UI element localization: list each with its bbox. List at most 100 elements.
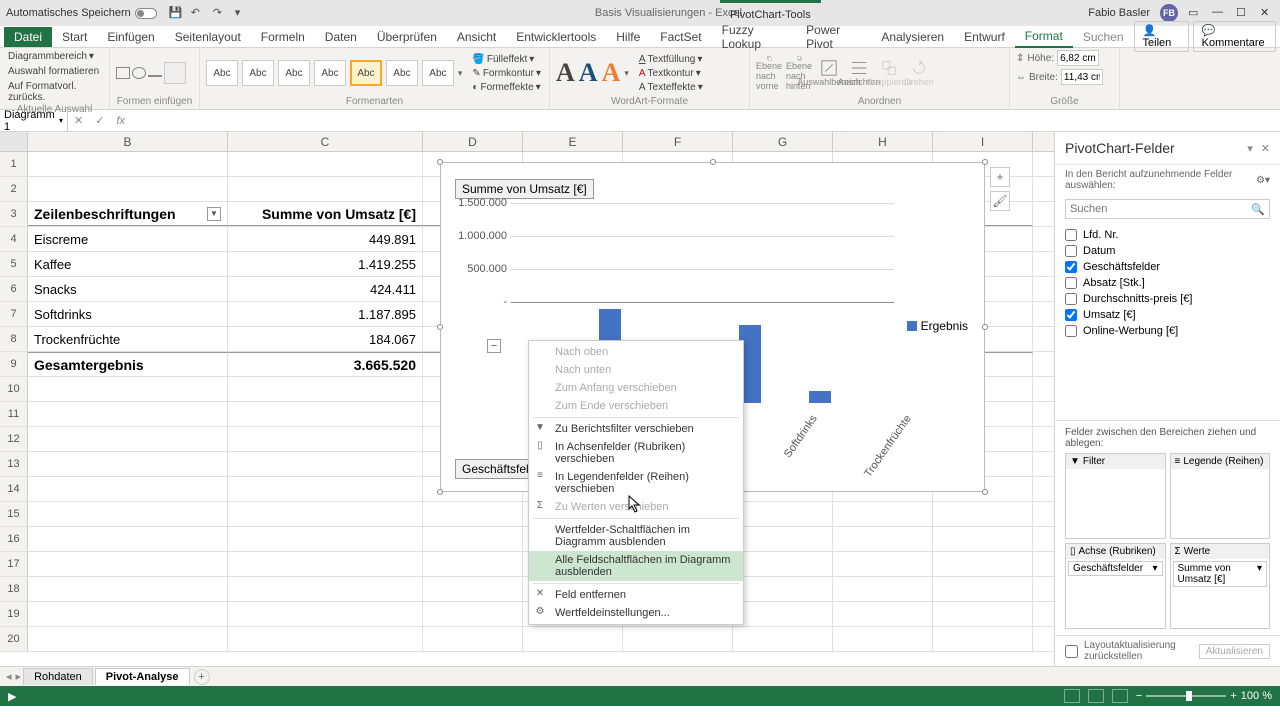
chart-bar[interactable] <box>809 391 831 403</box>
pivot-field-item[interactable]: Online-Werbung [€] <box>1065 323 1270 339</box>
row-header[interactable]: 11 <box>0 402 28 426</box>
cell[interactable] <box>228 152 423 176</box>
cell[interactable] <box>228 477 423 501</box>
wordart-style-1[interactable]: A <box>556 58 575 88</box>
cell[interactable] <box>933 502 1033 526</box>
comments-button[interactable]: 💬 Kommentare <box>1193 21 1276 52</box>
panel-gear-icon[interactable]: ⚙▾ <box>1256 175 1270 186</box>
cell[interactable] <box>933 527 1033 551</box>
pivot-row-label[interactable]: Softdrinks <box>28 302 228 326</box>
cell[interactable] <box>733 527 833 551</box>
pivot-field-item[interactable]: Lfd. Nr. <box>1065 227 1270 243</box>
field-checkbox[interactable] <box>1065 277 1077 289</box>
cell[interactable] <box>423 627 523 651</box>
row-header[interactable]: 3 <box>0 202 28 226</box>
field-checkbox[interactable] <box>1065 293 1077 305</box>
cell[interactable] <box>28 402 228 426</box>
cell[interactable] <box>228 527 423 551</box>
pivot-row-value[interactable]: 424.411 <box>228 277 423 301</box>
tab-einfuegen[interactable]: Einfügen <box>97 27 164 47</box>
row-header[interactable]: 1 <box>0 152 28 176</box>
field-checkbox[interactable] <box>1065 261 1077 273</box>
cell[interactable] <box>423 502 523 526</box>
share-button[interactable]: 👤 Teilen <box>1134 21 1189 52</box>
cell[interactable] <box>423 527 523 551</box>
row-header[interactable]: 18 <box>0 577 28 601</box>
tab-seitenlayout[interactable]: Seitenlayout <box>165 27 251 47</box>
tab-hilfe[interactable]: Hilfe <box>606 27 650 47</box>
shape-style-3[interactable]: Abc <box>278 60 310 86</box>
record-macro-icon[interactable]: ▶ <box>8 690 16 703</box>
sheet-nav-last-icon[interactable]: ▸ <box>16 670 22 683</box>
reset-style-button[interactable]: Auf Formatvorl. zurücks. <box>6 80 103 104</box>
cell[interactable] <box>28 527 228 551</box>
resize-handle-icon[interactable] <box>982 324 988 330</box>
cell[interactable] <box>523 627 623 651</box>
cell[interactable] <box>28 177 228 201</box>
context-menu-item[interactable]: ▯In Achsenfelder (Rubriken) verschieben <box>529 438 743 468</box>
context-menu-item[interactable]: Wertfelder-Schaltflächen im Diagramm aus… <box>529 521 743 551</box>
field-search-input[interactable] <box>1070 203 1251 215</box>
context-menu-item[interactable]: ▼Zu Berichtsfilter verschieben <box>529 420 743 438</box>
cell[interactable] <box>228 577 423 601</box>
zoom-in-icon[interactable]: + <box>1230 690 1236 702</box>
col-header-e[interactable]: E <box>523 132 623 151</box>
cell[interactable] <box>228 627 423 651</box>
format-selection-button[interactable]: Auswahl formatieren <box>6 65 101 78</box>
chart-element-dropdown[interactable]: Diagrammbereich ▾ <box>6 50 96 63</box>
normal-view-icon[interactable] <box>1064 689 1080 703</box>
pivot-row-value[interactable]: 1.419.255 <box>228 252 423 276</box>
pivot-field-item[interactable]: Geschäftsfelder <box>1065 259 1270 275</box>
sheet-tab-pivot-analyse[interactable]: Pivot-Analyse <box>95 668 190 685</box>
maximize-icon[interactable]: ☐ <box>1236 6 1250 20</box>
cell[interactable] <box>733 552 833 576</box>
tab-suchen[interactable]: Suchen <box>1073 27 1134 47</box>
row-header[interactable]: 5 <box>0 252 28 276</box>
panel-close-icon[interactable]: ✕ <box>1261 142 1270 155</box>
pivot-field-item[interactable]: Datum <box>1065 243 1270 259</box>
col-header-h[interactable]: H <box>833 132 933 151</box>
field-checkbox[interactable] <box>1065 229 1077 241</box>
row-header[interactable]: 16 <box>0 527 28 551</box>
fx-icon[interactable]: fx <box>110 115 131 127</box>
tab-factset[interactable]: FactSet <box>650 27 711 47</box>
cell[interactable] <box>933 552 1033 576</box>
cell[interactable] <box>28 502 228 526</box>
undo-icon[interactable]: ↶ <box>191 6 205 20</box>
minimize-icon[interactable]: — <box>1212 6 1226 20</box>
field-search[interactable]: 🔍 <box>1065 199 1270 219</box>
row-header[interactable]: 10 <box>0 377 28 401</box>
row-header[interactable]: 6 <box>0 277 28 301</box>
user-avatar[interactable]: FB <box>1160 4 1178 22</box>
context-menu-item[interactable]: ≡In Legendenfelder (Reihen) verschieben <box>529 468 743 498</box>
chart-legend[interactable]: Ergebnis <box>907 319 968 333</box>
worksheet-grid[interactable]: B C D E F G H I 123Zeilenbeschriftungen▼… <box>0 132 1054 666</box>
close-icon[interactable]: ✕ <box>1260 6 1274 20</box>
row-header[interactable]: 4 <box>0 227 28 251</box>
wordart-style-2[interactable]: A <box>579 58 598 88</box>
shape-style-4[interactable]: Abc <box>314 60 346 86</box>
cell[interactable] <box>28 427 228 451</box>
cell[interactable] <box>228 377 423 401</box>
col-header-g[interactable]: G <box>733 132 833 151</box>
tab-entwurf[interactable]: Entwurf <box>954 27 1015 47</box>
cell[interactable] <box>28 577 228 601</box>
pivot-total-value[interactable]: 3.665.520 <box>228 352 423 376</box>
wordart-style-3[interactable]: A <box>602 58 621 88</box>
select-all-corner[interactable] <box>0 132 28 151</box>
group-button[interactable]: Gruppieren <box>876 55 902 91</box>
shape-fill-button[interactable]: 🪣 Fülleffekt ▾ <box>470 53 543 66</box>
text-fill-button[interactable]: A Textfüllung ▾ <box>637 53 705 66</box>
cell[interactable] <box>228 552 423 576</box>
pivot-row-label[interactable]: Snacks <box>28 277 228 301</box>
cell[interactable] <box>733 627 833 651</box>
defer-layout-checkbox[interactable] <box>1065 645 1078 658</box>
text-outline-button[interactable]: A Textkontur ▾ <box>637 67 705 80</box>
toggle-icon[interactable] <box>135 8 157 19</box>
cell[interactable] <box>833 552 933 576</box>
tab-daten[interactable]: Daten <box>315 27 367 47</box>
pivot-field-item[interactable]: Durchschnitts-preis [€] <box>1065 291 1270 307</box>
col-header-f[interactable]: F <box>623 132 733 151</box>
shape-outline-button[interactable]: ✎ Formkontur ▾ <box>470 67 543 80</box>
rotate-button[interactable]: Drehen <box>906 55 932 91</box>
